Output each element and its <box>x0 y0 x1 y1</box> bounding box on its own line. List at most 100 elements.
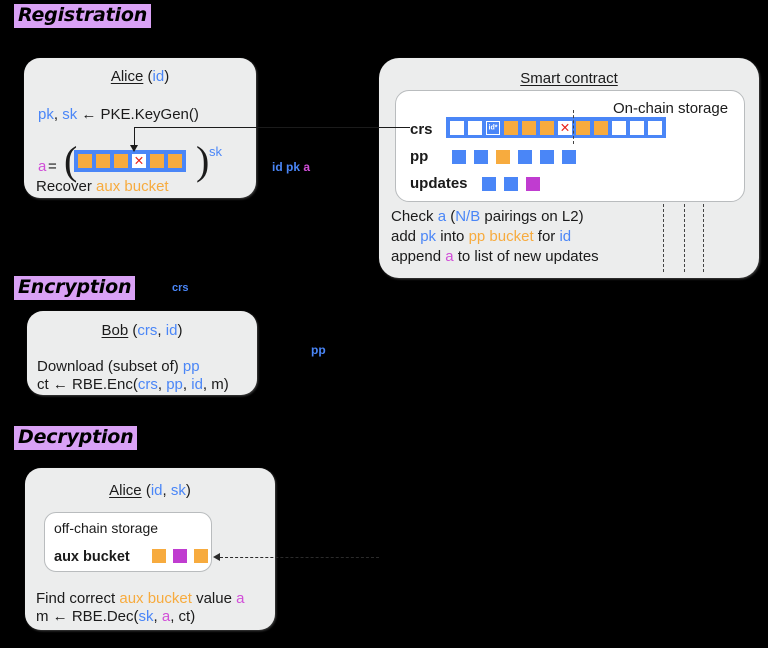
contract-body-line-0-part-1: a <box>437 208 447 225</box>
find-aux-bucket-line: Find correct aux bucket value a <box>36 589 244 609</box>
paren-close-text: ) <box>164 68 170 85</box>
bob-enc-part-2: , <box>157 376 167 393</box>
transfer-a-label: a <box>303 160 311 174</box>
transfer-pk-label: pk <box>286 160 301 174</box>
keygen-comma: , <box>53 106 63 123</box>
alice-id-param: id <box>152 68 165 85</box>
contract-body-line-2: append a to list of new updates <box>391 247 599 267</box>
bob-enc-part-3: pp <box>166 376 183 393</box>
bob-id-param: id <box>165 322 178 339</box>
contract-divider-1 <box>663 204 664 272</box>
encryption-crs-label: crs <box>172 282 189 294</box>
alice-aux-cell-4 <box>150 154 164 168</box>
bob-name-label: Bob <box>101 322 129 339</box>
crs-cell-0 <box>450 120 464 135</box>
aux-bucket-label: aux bucket <box>54 549 130 565</box>
alice-dec-paren-close: ) <box>185 482 191 499</box>
pp-square-3 <box>518 150 532 164</box>
alice-dec-name-label: Alice <box>109 482 142 499</box>
decrypt-line: m ← RBE.Dec(sk, a, ct) <box>36 607 195 627</box>
contract-body-line-0-part-0: Check <box>391 208 438 225</box>
paren-open-text: ( <box>143 68 153 85</box>
crs-cell-6 <box>558 120 572 135</box>
crs-to-alice-connector-vertical <box>134 127 136 147</box>
pp-square-1 <box>474 150 488 164</box>
crs-cell-4 <box>522 120 536 135</box>
contract-body-line-1-part-4: for <box>533 227 560 245</box>
bob-enc-part-0: ct ← RBE.Enc( <box>37 376 138 393</box>
dec-line2-part-1: sk <box>138 608 154 625</box>
diagram-canvas: Registration Encryption Decryption Alice… <box>0 0 768 648</box>
bob-param-sep: , <box>157 322 166 339</box>
bob-heading: Bob (crs, id) <box>27 322 257 339</box>
contract-body-line-2-part-1: a <box>445 247 454 265</box>
alice-name-label: Alice <box>110 68 144 85</box>
updates-square-2 <box>526 177 540 191</box>
aux-sk-exponent: sk <box>209 144 222 159</box>
crs-cell-3 <box>504 120 518 135</box>
contract-body-line-1: add pk into pp bucket for id <box>391 227 599 247</box>
alice-aux-cell-5 <box>168 154 182 168</box>
bob-crs-param: crs <box>137 322 158 339</box>
alice-aux-bucket-strip <box>74 150 186 172</box>
crs-cell-2: id* <box>486 120 500 135</box>
alice-dec-paren-open: ( <box>141 482 151 499</box>
pp-square-0 <box>452 150 466 164</box>
encryption-pp-label: pp <box>311 343 326 357</box>
contract-left-connector <box>379 127 410 129</box>
alice-dec-param-sep: , <box>162 482 171 499</box>
aux-bucket-square-1 <box>173 549 187 563</box>
crs-cell-10 <box>630 120 644 135</box>
aux-paren-close: ) <box>196 138 210 183</box>
bob-encrypt-line: ct ← RBE.Enc(crs, pp, id, m) <box>37 375 229 395</box>
crs-cell-2-id-label: id* <box>488 124 498 131</box>
keygen-line: pk, sk ← PKE.KeyGen() <box>38 105 199 125</box>
dec-line1-part-0: Find correct <box>36 590 120 607</box>
crs-cell-8 <box>594 120 608 135</box>
contract-body-line-1-part-5: id <box>559 227 572 245</box>
crs-cell-7 <box>576 120 590 135</box>
aux-bucket-square-0 <box>152 549 166 563</box>
transfer-labels: id pk a <box>272 160 310 176</box>
crs-cell-1 <box>468 120 482 135</box>
alice-aux-cell-0 <box>78 154 92 168</box>
a-variable-label: a <box>38 158 47 175</box>
updates-storage-squares <box>482 177 540 191</box>
dec-line1-part-3: a <box>236 590 245 607</box>
contract-divider-3 <box>703 204 704 272</box>
aux-bucket-squares <box>152 549 208 563</box>
contract-to-aux-dashed-line <box>220 557 379 558</box>
pp-square-2 <box>496 150 510 164</box>
dec-line2-part-2: , <box>153 608 162 625</box>
contract-body-line-1-part-3: pp bucket <box>468 227 534 245</box>
crs-cell-11 <box>648 120 662 135</box>
alice-decryption-heading: Alice (id, sk) <box>25 482 275 499</box>
keygen-pk-label: pk <box>38 106 54 123</box>
keygen-sk-label: sk <box>62 106 78 123</box>
section-title-decryption: Decryption <box>14 426 138 451</box>
alice-registration-heading: Alice (id) <box>24 68 256 85</box>
dec-line1-part-2: value <box>191 590 237 607</box>
off-chain-storage-title: off-chain storage <box>54 520 159 536</box>
dec-line2-part-4: , ct) <box>170 608 196 625</box>
contract-to-aux-arrowhead <box>213 552 220 561</box>
contract-body-text: Check a (N/B pairings on L2) add pk into … <box>391 207 599 266</box>
recover-aux-bucket-label: aux bucket <box>96 178 169 195</box>
a-equals-sign: = <box>48 158 57 175</box>
contract-body-line-1-part-1: pk <box>420 227 437 245</box>
on-chain-storage-title: On-chain storage <box>613 100 729 117</box>
contract-body-line-1-part-2: into <box>436 227 469 245</box>
keygen-expression: ← PKE.KeyGen() <box>77 106 199 123</box>
bob-enc-part-5: id <box>191 376 203 393</box>
alice-aux-cell-1 <box>96 154 110 168</box>
section-title-encryption: Encryption <box>14 276 136 301</box>
bob-download-line: Download (subset of) pp <box>37 357 200 377</box>
updates-square-0 <box>482 177 496 191</box>
contract-body-line-0-part-2: ( <box>446 208 456 225</box>
aux-bucket-square-2 <box>194 549 208 563</box>
contract-divider-2 <box>684 204 685 272</box>
alice-aux-cell-2 <box>114 154 128 168</box>
contract-body-line-0: Check a (N/B pairings on L2) <box>391 207 599 227</box>
pp-storage-squares <box>452 150 576 164</box>
crs-to-alice-connector-horizontal <box>134 127 379 129</box>
